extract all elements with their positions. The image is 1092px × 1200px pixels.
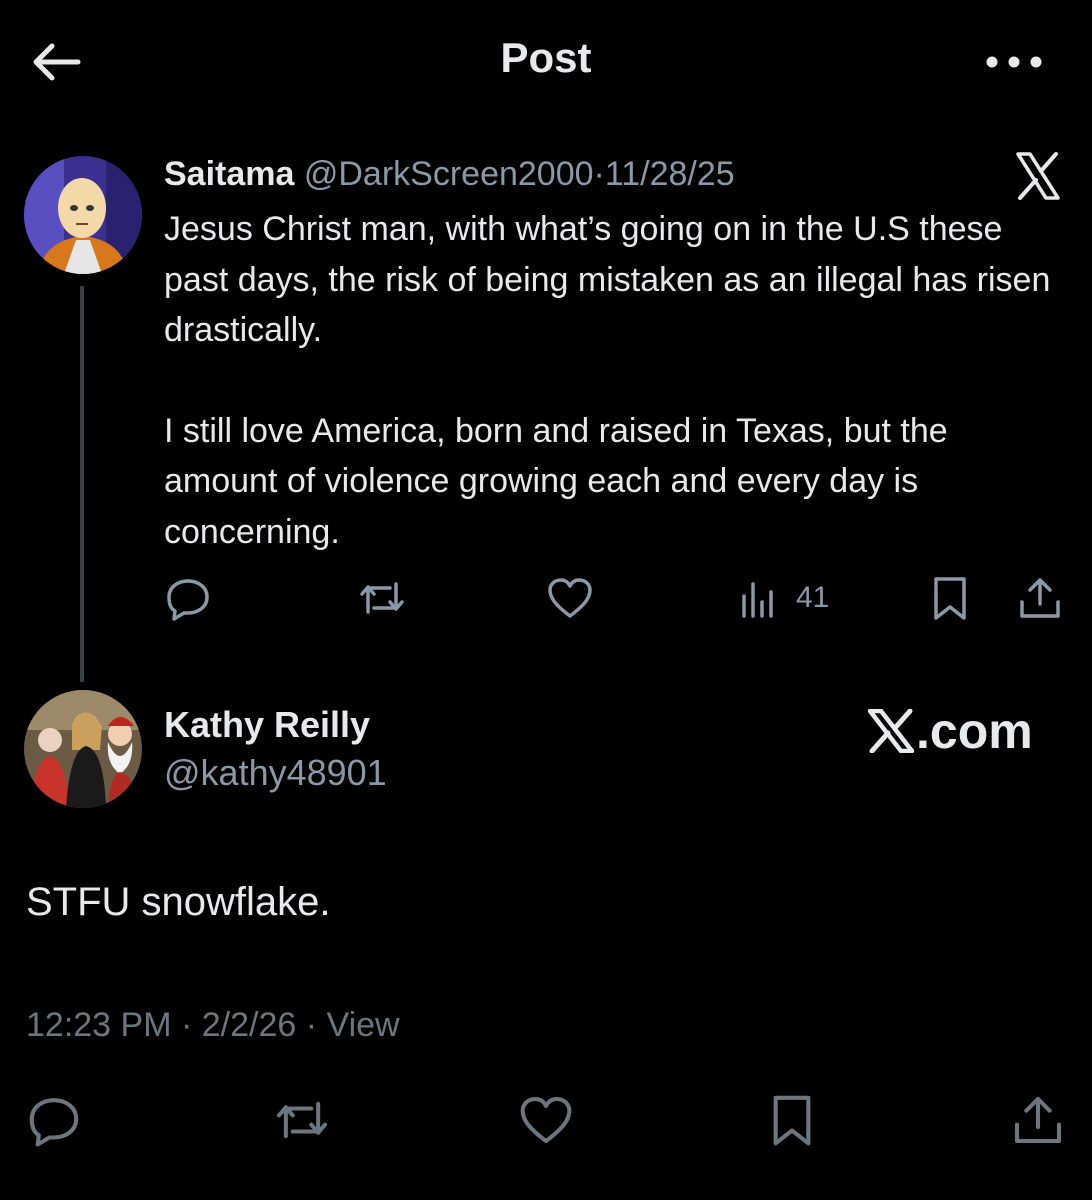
views-count: 41 [796, 581, 830, 614]
author-name[interactable]: Kathy Reilly [164, 704, 370, 746]
repost-icon[interactable] [272, 1092, 332, 1152]
separator-dot: · [593, 155, 605, 193]
post-meta: 12:23 PM · 2/2/26 · View [26, 1006, 400, 1045]
bookmark-icon[interactable] [928, 572, 972, 624]
post-actions: 41 [164, 572, 1064, 624]
bookmark-icon[interactable] [766, 1092, 818, 1152]
author-handle[interactable]: @kathy48901 [164, 752, 387, 794]
separator-dot: · [305, 1006, 318, 1044]
share-icon[interactable] [1016, 572, 1064, 624]
post-paragraph: Jesus Christ man, with what’s going on i… [164, 210, 1051, 349]
view-link[interactable]: View [327, 1006, 400, 1044]
post-header: Saitama @DarkScreen2000·11/28/25 [164, 152, 735, 196]
page-title: Post [500, 34, 592, 81]
repost-icon[interactable] [356, 572, 408, 624]
post-date[interactable]: 11/28/25 [605, 155, 735, 193]
separator-dot: · [180, 1006, 193, 1044]
author-handle[interactable]: @DarkScreen2000 [304, 155, 594, 193]
thread-connector-line [80, 286, 84, 682]
x-logo-icon [1012, 150, 1064, 202]
avatar[interactable] [24, 690, 142, 808]
views-icon [742, 582, 773, 618]
like-icon[interactable] [546, 572, 594, 624]
share-icon[interactable] [1010, 1092, 1066, 1152]
x-com-watermark: .com [866, 702, 1033, 760]
author-name[interactable]: Saitama [164, 155, 294, 193]
post-time: 12:23 PM [26, 1006, 172, 1044]
more-options-icon[interactable] [982, 46, 1046, 78]
x-logo-icon [867, 709, 915, 753]
post-paragraph: I still love America, born and raised in… [164, 411, 948, 551]
reply-icon[interactable] [164, 572, 212, 624]
avatar[interactable] [24, 156, 142, 274]
reply-text: STFU snowflake. [26, 880, 331, 924]
post-date: 2/2/26 [201, 1006, 297, 1044]
watermark-text: .com [916, 703, 1033, 759]
reply-icon[interactable] [26, 1092, 82, 1152]
reply-actions [0, 1092, 1092, 1152]
post-text: Jesus Christ man, with what’s going on i… [164, 204, 1064, 557]
views-button[interactable]: 41 [738, 572, 829, 624]
like-icon[interactable] [518, 1092, 574, 1152]
